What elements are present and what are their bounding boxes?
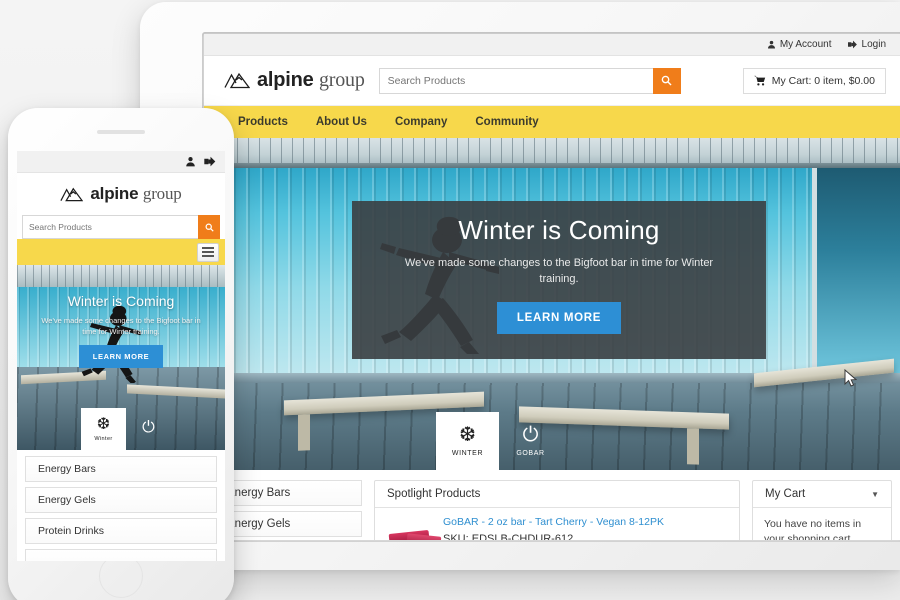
nav-item-company[interactable]: Company: [395, 116, 447, 128]
hero-tab-strip: ❆ WINTER ⏻ GOBAR: [436, 412, 562, 470]
my-cart-empty-message: You have no items in your shopping cart.: [764, 518, 862, 540]
brand-logo[interactable]: alpine group: [224, 69, 365, 92]
hamburger-menu-icon[interactable]: [197, 242, 219, 262]
hero-learn-more-button[interactable]: LEARN MORE: [78, 344, 164, 368]
hero-door-decor: [812, 168, 900, 373]
hero-tab-winter[interactable]: ❆ WINTER: [436, 412, 499, 470]
tablet-content-row: Energy Bars Energy Gels Spotlight Produc…: [204, 470, 900, 540]
hero-promo-panel: Winter is Coming We've made some changes…: [17, 287, 225, 368]
login-link[interactable]: Login: [847, 39, 886, 50]
category-protein-drinks[interactable]: Protein Drinks: [25, 518, 217, 544]
hero-subline: We've made some changes to the Bigfoot b…: [41, 316, 201, 337]
phone-device: alpine group Search Products Winter is C…: [8, 108, 234, 600]
category-energy-bars[interactable]: Energy Bars: [214, 480, 362, 506]
menu-line: [202, 247, 214, 249]
hero-tab-strip: ❆ Winter ⏻: [81, 408, 171, 450]
tablet-search: [378, 67, 681, 94]
nav-item-about-us[interactable]: About Us: [316, 116, 367, 128]
my-account-link[interactable]: My Account: [767, 39, 832, 50]
my-cart-title: My Cart: [765, 488, 806, 500]
product-info: GoBAR - 2 oz bar - Tart Cherry - Vegan 8…: [443, 516, 664, 540]
phone-search: [17, 215, 225, 239]
brand-name: alpine group: [90, 184, 181, 204]
search-button[interactable]: [198, 215, 220, 239]
category-energy-gels[interactable]: Energy Gels: [25, 487, 217, 513]
hero-roof-decor: [17, 265, 225, 287]
spotlight-products-panel: Spotlight Products GoBAR - 2 oz bar - Ta…: [374, 480, 740, 540]
menu-line: [202, 255, 214, 257]
hero-promo-panel: Winter is Coming We've made some changes…: [352, 201, 766, 359]
hero-tab-winter-label: Winter: [94, 435, 113, 442]
my-account-label: My Account: [779, 39, 832, 50]
phone-screen: alpine group Search Products Winter is C…: [17, 151, 225, 561]
menu-line: [202, 251, 214, 253]
phone-masthead: alpine group: [17, 173, 225, 215]
hero-tab-winter[interactable]: ❆ Winter: [81, 408, 126, 450]
tablet-utility-bar: My Account Login: [204, 34, 900, 56]
tablet-main-nav: Products About Us Company Community: [204, 106, 900, 138]
mockup-stage: My Account Login alpine group Search Pro…: [0, 0, 900, 600]
spotlight-products-title: Spotlight Products: [387, 488, 481, 500]
category-energy-gels[interactable]: Energy Gels: [214, 511, 362, 537]
tablet-device: My Account Login alpine group Search Pro…: [140, 2, 900, 570]
hero-learn-more-button[interactable]: LEARN MORE: [496, 301, 622, 334]
phone-category-list: Energy Bars Energy Gels Protein Drinks: [17, 450, 225, 561]
cart-button-label: My Cart: 0 item, $0.00: [771, 74, 875, 87]
spotlight-products-header: Spotlight Products: [375, 481, 739, 508]
my-cart-panel: My Cart ▼ You have no items in your shop…: [752, 480, 892, 540]
login-label: Login: [861, 39, 886, 50]
product-bar-decor: [406, 533, 442, 540]
phone-nav-bar: [17, 239, 225, 265]
cart-button[interactable]: My Cart: 0 item, $0.00: [742, 67, 886, 94]
user-icon[interactable]: [185, 156, 196, 167]
power-icon: ⏻: [142, 418, 155, 436]
tablet-bezel: My Account Login alpine group Search Pro…: [202, 32, 900, 542]
cart-icon: [753, 75, 765, 86]
hero-subline: We've made some changes to the Bigfoot b…: [404, 257, 714, 285]
search-icon: [205, 223, 214, 232]
search-icon: [661, 75, 672, 86]
category-sidebar: Energy Bars Energy Gels: [214, 480, 362, 540]
tablet-hero-banner: Winter is Coming We've made some changes…: [204, 138, 900, 470]
mountain-logo-icon: [224, 72, 250, 89]
category-energy-bars[interactable]: Energy Bars: [25, 456, 217, 482]
hero-tab-gobar-label: GOBAR: [516, 450, 545, 457]
search-input[interactable]: [22, 215, 198, 239]
hero-headline: Winter is Coming: [67, 293, 175, 309]
product-sku: SKU: EDSLB-CHDUR-612: [443, 533, 574, 540]
phone-hero-banner: Winter is Coming We've made some changes…: [17, 265, 225, 450]
tablet-screen: My Account Login alpine group Search Pro…: [204, 34, 900, 540]
brand-name: alpine group: [257, 69, 365, 92]
power-icon: ⏻: [522, 424, 539, 446]
brand-logo[interactable]: alpine group: [60, 184, 182, 204]
brand-name-bold: alpine: [257, 69, 314, 91]
spotlight-product-row: GoBAR - 2 oz bar - Tart Cherry - Vegan 8…: [375, 508, 739, 540]
phone-earpiece-speaker: [97, 130, 145, 134]
search-input[interactable]: [378, 67, 653, 94]
brand-name-light: group: [142, 184, 182, 203]
phone-utility-bar: [17, 151, 225, 173]
my-cart-header[interactable]: My Cart ▼: [753, 481, 891, 508]
hero-headline: Winter is Coming: [458, 215, 660, 245]
tablet-masthead: alpine group Search Products My Cart: 0 …: [204, 56, 900, 106]
product-name-link[interactable]: GoBAR - 2 oz bar - Tart Cherry - Vegan 8…: [443, 516, 664, 528]
chevron-down-icon[interactable]: ▼: [871, 490, 879, 499]
nav-item-community[interactable]: Community: [475, 116, 538, 128]
hero-tab-gobar[interactable]: ⏻: [126, 408, 171, 450]
hero-roof-decor: [204, 138, 900, 168]
hero-tab-gobar[interactable]: ⏻ GOBAR: [499, 412, 562, 470]
brand-name-bold: alpine: [90, 184, 139, 203]
search-button[interactable]: [652, 67, 681, 94]
mountain-logo-icon: [60, 187, 84, 201]
login-arrow-icon: [847, 40, 857, 49]
user-icon: [767, 40, 775, 49]
product-thumbnail: [385, 516, 442, 540]
category-item-partial[interactable]: [25, 549, 217, 561]
login-arrow-icon[interactable]: [204, 156, 217, 167]
hero-tab-winter-label: WINTER: [451, 450, 484, 457]
brand-name-light: group: [318, 69, 365, 91]
snowflake-icon: ❆: [459, 424, 476, 446]
snowflake-icon: ❆: [96, 415, 111, 433]
nav-item-products[interactable]: Products: [238, 116, 288, 128]
